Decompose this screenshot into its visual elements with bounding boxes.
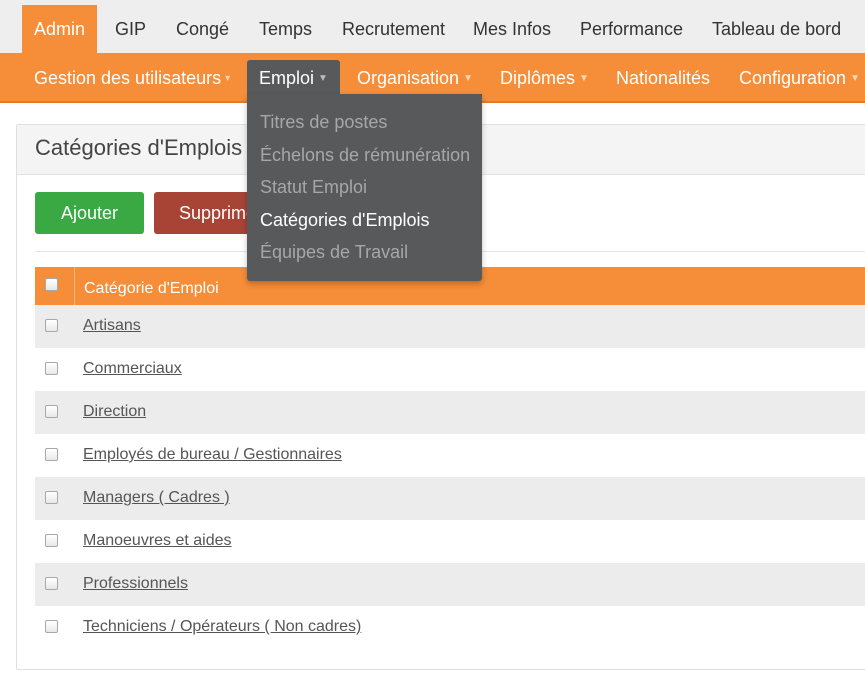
chevron-down-icon: ▼ [579, 73, 589, 85]
table-row: Direction [35, 391, 865, 434]
menu-organisation[interactable]: Organisation ▼ [357, 60, 473, 96]
tab-recrutement[interactable]: Recrutement [342, 5, 445, 53]
menu-label: Organisation [357, 68, 460, 88]
row-checkbox[interactable] [45, 362, 58, 375]
table-row: Commerciaux [35, 348, 865, 391]
dropdown-item-equipes-de-travail[interactable]: Équipes de Travail [247, 236, 482, 269]
tab-tableau-de-bord[interactable]: Tableau de bord [712, 5, 841, 53]
add-button[interactable]: Ajouter [35, 192, 144, 234]
table-row: Manoeuvres et aides [35, 520, 865, 563]
job-category-link[interactable]: Techniciens / Opérateurs ( Non cadres) [83, 618, 361, 636]
tab-conge[interactable]: Congé [176, 5, 229, 53]
menu-label: Emploi [259, 68, 315, 88]
row-checkbox[interactable] [45, 319, 58, 332]
menu-label: Diplômes [500, 68, 576, 88]
row-checkbox[interactable] [45, 620, 58, 633]
column-separator [74, 267, 75, 305]
tab-gip[interactable]: GIP [115, 5, 146, 53]
job-category-link[interactable]: Professionnels [83, 575, 188, 593]
row-checkbox[interactable] [45, 577, 58, 590]
job-category-link[interactable]: Manoeuvres et aides [83, 532, 232, 550]
row-checkbox[interactable] [45, 405, 58, 418]
table-row: Professionnels [35, 563, 865, 606]
job-category-link[interactable]: Artisans [83, 317, 141, 335]
job-category-link[interactable]: Commerciaux [83, 360, 182, 378]
table-row: Techniciens / Opérateurs ( Non cadres) [35, 606, 865, 649]
tab-performance[interactable]: Performance [580, 5, 683, 53]
tab-temps[interactable]: Temps [259, 5, 312, 53]
dropdown-item-categories-d-emplois[interactable]: Catégories d'Emplois [247, 204, 482, 237]
row-checkbox[interactable] [45, 448, 58, 461]
page-title: Catégories d'Emplois [35, 135, 243, 160]
table-row: Managers ( Cadres ) [35, 477, 865, 520]
chevron-down-icon: ▼ [850, 73, 860, 85]
row-checkbox[interactable] [45, 534, 58, 547]
chevron-down-icon: ▾ [225, 73, 231, 85]
job-category-link[interactable]: Employés de bureau / Gestionnaires [83, 446, 342, 464]
menu-nationalites[interactable]: Nationalités [616, 60, 710, 96]
menu-label: Configuration [739, 68, 847, 88]
emploi-dropdown-menu: Titres de postes Échelons de rémunératio… [247, 94, 482, 281]
table-row: Employés de bureau / Gestionnaires [35, 434, 865, 477]
menu-gestion-des-utilisateurs[interactable]: Gestion des utilisateurs ▾ [34, 60, 230, 96]
dropdown-item-statut-emploi[interactable]: Statut Emploi [247, 171, 482, 204]
row-checkbox[interactable] [45, 491, 58, 504]
table-row: Artisans [35, 305, 865, 348]
top-navigation: Admin GIP Congé Temps Recrutement Mes In… [0, 0, 865, 53]
chevron-down-icon: ▼ [318, 73, 328, 85]
tab-admin[interactable]: Admin [22, 5, 98, 53]
menu-label: Nationalités [616, 68, 711, 88]
menu-diplomes[interactable]: Diplômes ▼ [500, 60, 589, 96]
job-category-link[interactable]: Direction [83, 403, 146, 421]
menu-emploi[interactable]: Emploi ▼ [247, 60, 340, 96]
dropdown-item-titres-de-postes[interactable]: Titres de postes [247, 106, 482, 139]
menu-label: Gestion des utilisateurs [34, 68, 222, 88]
chevron-down-icon: ▼ [463, 73, 473, 85]
job-category-link[interactable]: Managers ( Cadres ) [83, 489, 230, 507]
dropdown-item-echelons-de-remuneration[interactable]: Échelons de rémunération [247, 139, 482, 172]
tab-mes-infos[interactable]: Mes Infos [473, 5, 551, 53]
select-all-checkbox[interactable] [45, 278, 58, 291]
menu-configuration[interactable]: Configuration ▼ [739, 60, 860, 96]
job-categories-table: Catégorie d'Emploi Artisans Commerciaux … [35, 267, 865, 649]
